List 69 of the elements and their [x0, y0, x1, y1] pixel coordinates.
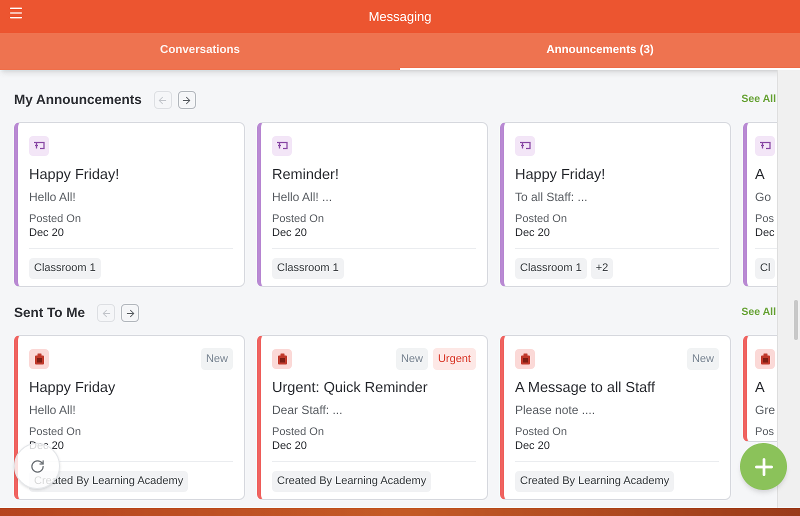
posted-on-label: Posted On — [515, 425, 568, 439]
posted-date: Dec — [755, 226, 776, 240]
announcement-card[interactable]: Happy Friday! Hello All! Posted On Dec 20 Classroom 1 — [14, 122, 245, 287]
posted-date: Dec 20 — [29, 226, 65, 240]
audience-tag: Created By Learning Academy — [515, 471, 674, 492]
announcement-card[interactable]: Reminder! Hello All! ... Posted On Dec 20 Classroom 1 — [257, 122, 488, 287]
clipboard-icon — [34, 353, 44, 365]
arrow-left-icon — [100, 308, 112, 318]
pinned-board-icon — [759, 140, 771, 152]
next-button[interactable] — [178, 91, 196, 109]
refresh-icon — [30, 458, 44, 474]
new-badge: New — [396, 348, 428, 370]
posted-on-label: Posted On — [272, 212, 325, 226]
section-heading: Sent To Me — [14, 304, 86, 322]
card-preview: Hello All! — [29, 402, 77, 418]
card-title: Happy Friday! — [515, 166, 606, 185]
compose-button[interactable] — [740, 443, 787, 490]
announcement-card[interactable]: New Urgent Urgent: Quick Reminder Dear Staff: ... Posted On Dec 20 Created By Learning Academy — [257, 335, 488, 500]
card-preview: Dear Staff: ... — [272, 402, 344, 418]
card-preview: Go — [755, 189, 772, 205]
card-title: A — [755, 379, 766, 398]
card-preview: Gre — [755, 402, 776, 418]
pinned-board-icon — [519, 140, 531, 152]
clipboard-icon — [520, 353, 530, 365]
menu-icon — [8, 5, 24, 21]
card-title: Happy Friday — [29, 379, 116, 398]
audience-tag: Classroom 1 — [272, 258, 344, 278]
audience-tag: Classroom 1 — [515, 258, 587, 278]
card-preview: To all Staff: ... — [515, 189, 588, 205]
posted-date: Dec 20 — [515, 439, 551, 453]
new-badge: New — [200, 348, 233, 370]
card-preview: Please note .... — [515, 402, 596, 418]
announcement-card[interactable]: A Gre Pos — [743, 335, 777, 442]
clipboard-icon — [276, 353, 288, 365]
posted-on-label: Posted On — [272, 425, 325, 439]
posted-on-label: Posted On — [515, 212, 568, 226]
menu-button[interactable] — [8, 5, 24, 21]
audience-tag: Cl — [755, 258, 776, 278]
announcement-card[interactable]: New A Message to all Staff Please note .... Posted On Dec 20 Created By Learning Academy — [500, 335, 731, 500]
new-badge: New — [686, 348, 719, 370]
posted-on-label: Pos — [755, 425, 775, 439]
posted-on-label: Posted On — [29, 212, 82, 226]
next-button[interactable] — [121, 304, 140, 322]
pinned-board-icon — [33, 140, 45, 152]
announcement-card[interactable]: A Go Pos Dec Cl — [743, 122, 777, 287]
pinned-board-icon — [276, 140, 288, 152]
card-title: Happy Friday! — [29, 166, 120, 185]
clipboard-icon — [760, 353, 770, 365]
arrow-right-icon — [124, 308, 136, 318]
posted-date: Dec 20 — [272, 439, 308, 453]
posted-date: Dec 20 — [515, 226, 551, 240]
app-title: Messaging — [368, 8, 432, 26]
arrow-right-icon — [181, 94, 192, 106]
audience-tag: Created By Learning Academy — [272, 471, 432, 492]
posted-date: Dec 20 — [272, 226, 308, 240]
audience-tag: Classroom 1 — [29, 258, 101, 278]
urgent-badge: Urgent — [432, 348, 476, 370]
arrow-left-icon — [157, 94, 168, 106]
card-title: Urgent: Quick Reminder — [272, 379, 429, 398]
posted-on-label: Posted On — [29, 425, 82, 439]
card-title: A Message to all Staff — [515, 379, 656, 398]
posted-on-label: Pos — [755, 212, 775, 226]
audience-tag: +2 — [590, 258, 614, 278]
card-title: A — [755, 166, 766, 185]
section-heading: My Announcements — [14, 90, 142, 109]
card-preview: Hello All! ... — [272, 189, 334, 205]
card-title: Reminder! — [272, 166, 340, 185]
announcement-card[interactable]: Happy Friday! To all Staff: ... Posted On Dec 20 Classroom 1 +2 — [500, 122, 731, 287]
card-preview: Hello All! — [29, 189, 77, 205]
